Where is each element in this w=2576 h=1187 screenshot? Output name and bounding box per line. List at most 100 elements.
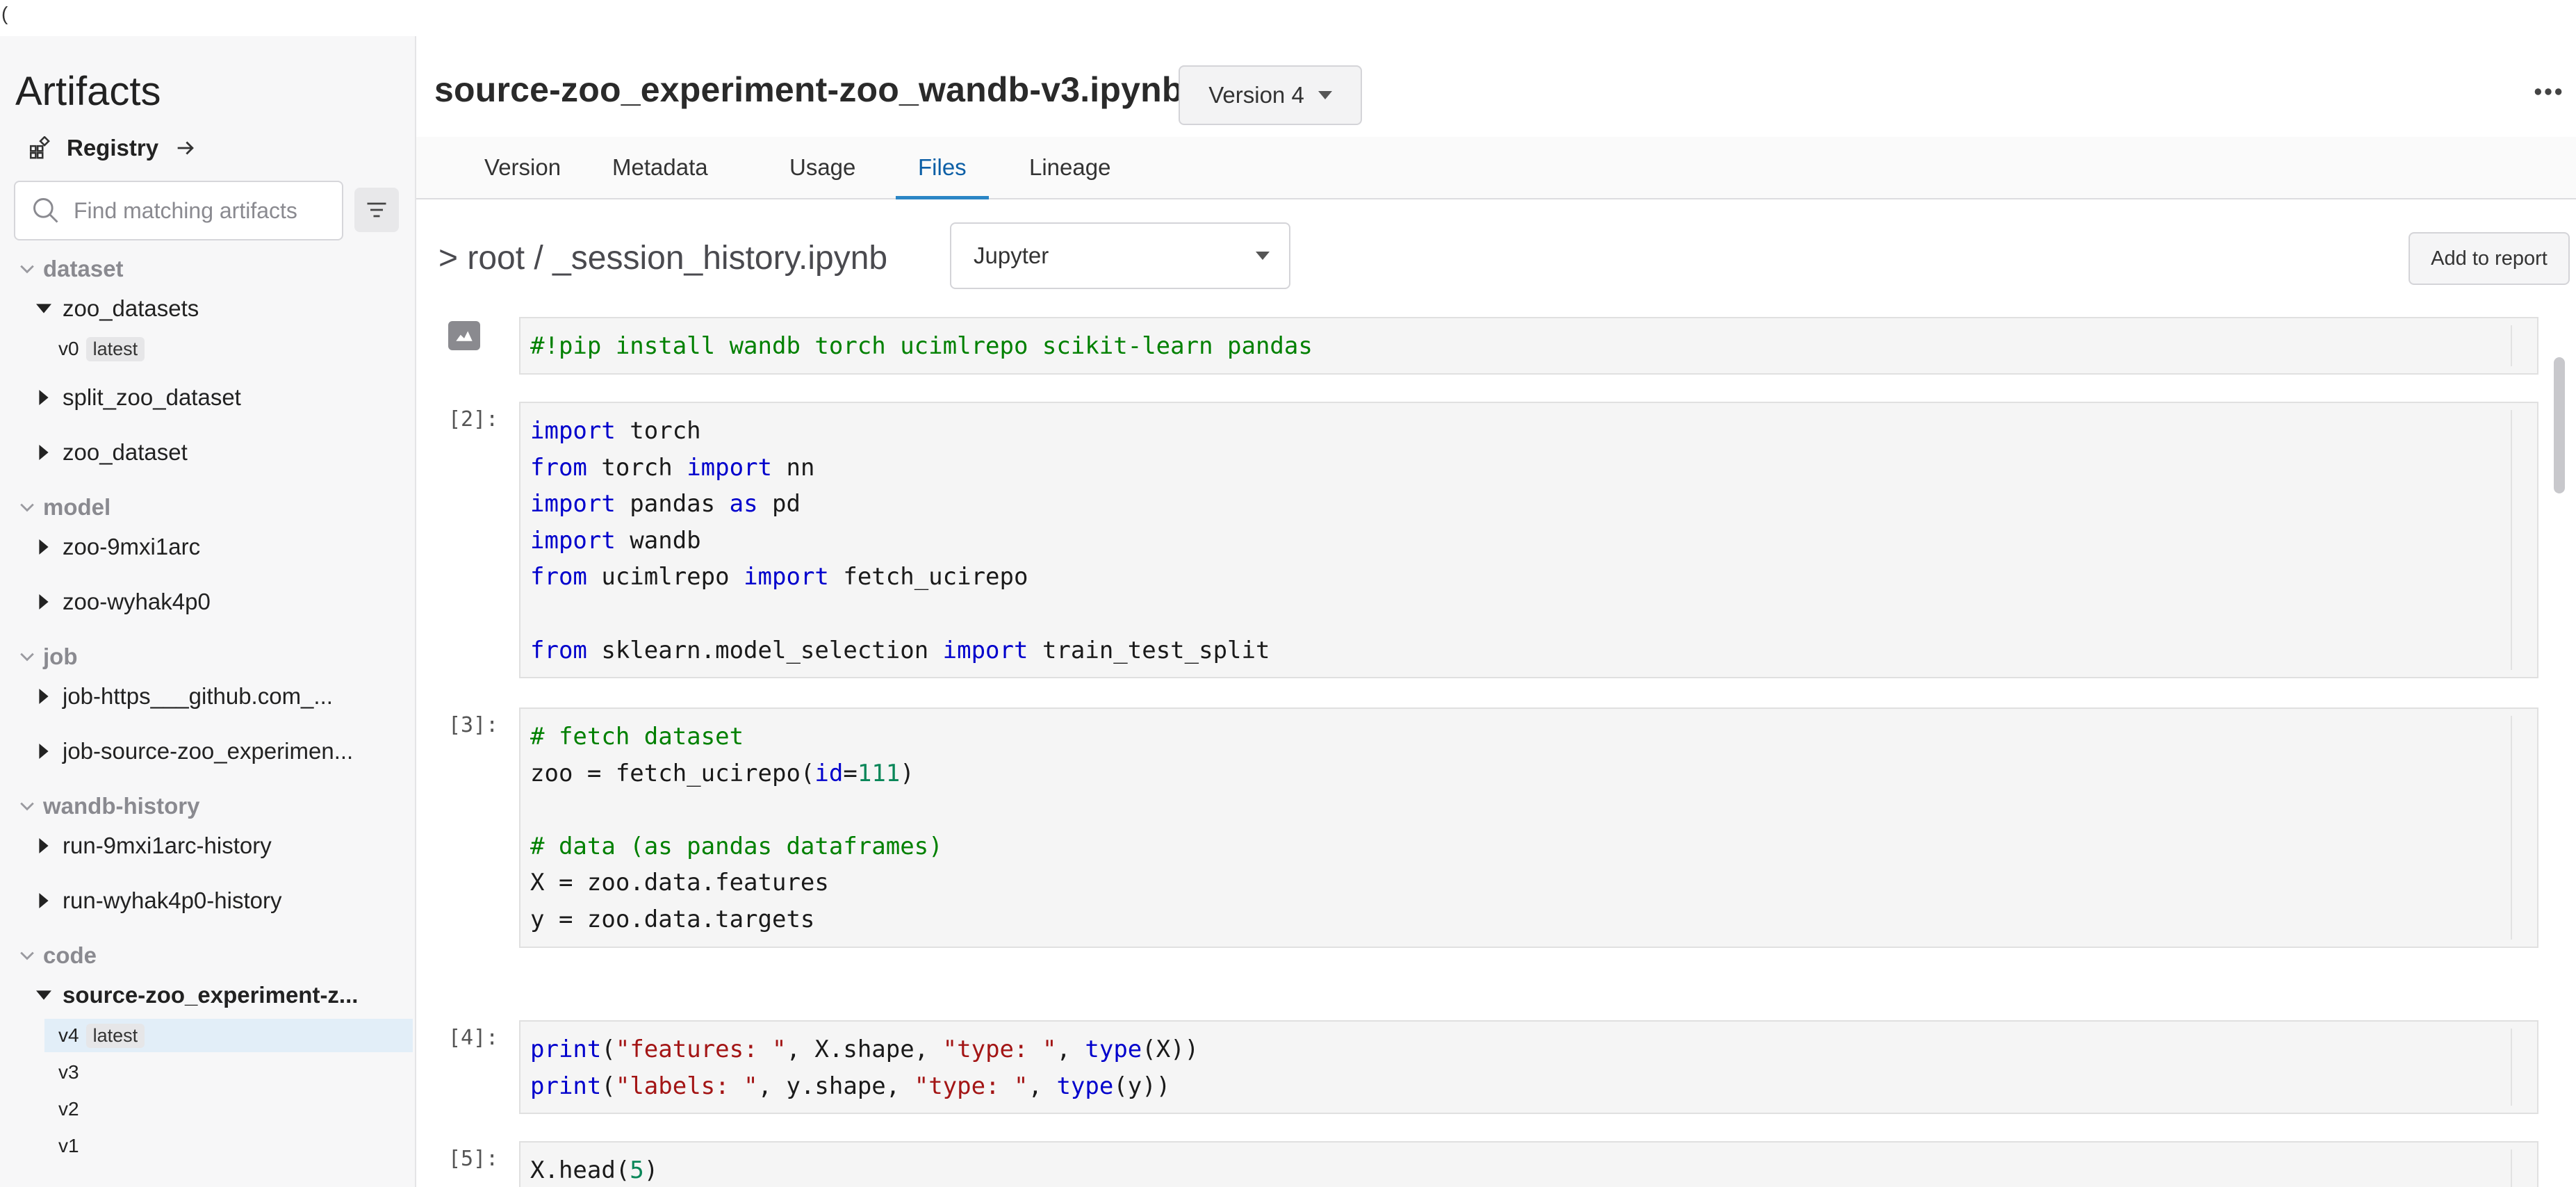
cell-prompt: [3]: — [448, 713, 499, 737]
tree-item[interactable]: job-source-zoo_experimen... — [0, 734, 415, 769]
code-token: zoo = fetch_ucirepo( — [530, 759, 815, 787]
code-line: X.head(5) — [530, 1152, 2527, 1187]
more-options-icon[interactable] — [2533, 82, 2563, 101]
code-cell[interactable]: import torch from torch import nn import p… — [519, 402, 2538, 679]
tree-group-dataset[interactable]: dataset — [0, 252, 415, 286]
group-toggle — [18, 797, 36, 815]
code-cell[interactable]: #!pip install wandb torch ucimlrepo scik… — [519, 317, 2538, 375]
version-item[interactable]: v0 latest — [44, 332, 413, 366]
code-token: "labels: " — [615, 1072, 758, 1100]
tab-lineage[interactable]: Lineage — [1029, 137, 1110, 198]
code-token: nn — [772, 453, 815, 482]
tree-item[interactable]: job-https___github.com_... — [0, 679, 415, 714]
code-token: id — [814, 759, 844, 787]
notebook-scrollbar[interactable] — [2554, 321, 2565, 1183]
version-label: v0 — [58, 338, 79, 359]
code-token: # data (as pandas dataframes) — [530, 832, 943, 860]
chevron-down-icon — [20, 802, 34, 811]
chevron-down-icon — [20, 951, 34, 960]
code-token: pandas — [615, 490, 730, 518]
code-token: import — [530, 417, 616, 445]
item-toggle — [35, 388, 53, 407]
tree-item[interactable]: zoo_datasets — [0, 291, 415, 326]
code-cell[interactable]: X.head(5) — [519, 1141, 2538, 1187]
code-token: wandb — [615, 526, 701, 555]
version-item[interactable]: v2 — [44, 1092, 413, 1126]
code-token: import — [942, 636, 1028, 664]
code-token: from — [530, 563, 587, 591]
item-toggle — [35, 892, 53, 910]
tree-item[interactable]: zoo-9mxi1arc — [0, 530, 415, 564]
tree-item[interactable]: run-9mxi1arc-history — [0, 828, 415, 863]
notebook-viewer: #!pip install wandb torch ucimlrepo scik… — [416, 317, 2576, 1187]
code-line: from sklearn.model_selection import trai… — [530, 632, 2527, 669]
caret-down-icon — [1318, 91, 1332, 99]
add-to-report-button[interactable]: Add to report — [2409, 232, 2570, 285]
item-toggle — [35, 443, 53, 461]
item-toggle — [35, 742, 53, 760]
tab-usage[interactable]: Usage — [789, 137, 855, 198]
tree-item[interactable]: zoo_dataset — [0, 435, 415, 470]
code-token: as — [729, 490, 758, 518]
code-line: import pandas as pd — [530, 486, 2527, 523]
tree-item[interactable]: zoo-wyhak4p0 — [0, 584, 415, 619]
version-item[interactable]: v3 — [44, 1056, 413, 1089]
code-token: #!pip install wandb torch ucimlrepo scik… — [530, 332, 1313, 360]
scrollbar-thumb[interactable] — [2554, 357, 2565, 493]
code-line: y = zoo.data.targets — [530, 901, 2527, 938]
file-breadcrumb[interactable]: > root / _session_history.ipynb — [438, 239, 887, 277]
code-token: import — [687, 453, 773, 482]
tree-item-label: job-source-zoo_experimen... — [63, 738, 354, 764]
tree-group-label: wandb-history — [43, 793, 200, 819]
code-cell[interactable]: print("features: ", X.shape, "type: ", t… — [519, 1020, 2538, 1115]
code-token: print — [530, 1035, 602, 1063]
code-line: print("features: ", X.shape, "type: ", t… — [530, 1031, 2527, 1068]
code-token: fetch_ucirepo — [828, 563, 1028, 591]
cell-divider — [2511, 716, 2512, 940]
code-token: type — [1085, 1035, 1142, 1063]
tree-group-model[interactable]: model — [0, 490, 415, 525]
version-item[interactable]: v1 — [44, 1129, 413, 1163]
tree-group-label: code — [43, 942, 97, 968]
item-toggle — [35, 593, 53, 611]
code-token: import — [530, 490, 616, 518]
chart-icon — [455, 331, 473, 343]
version-item[interactable]: v4 latest — [44, 1019, 413, 1052]
caret-right-icon — [39, 893, 49, 908]
code-token: ) — [900, 759, 914, 787]
tab-metadata[interactable]: Metadata — [612, 137, 708, 198]
code-token: from — [530, 453, 587, 482]
artifact-tabs: Version Metadata Usage Files Lineage — [416, 137, 2576, 199]
tab-files[interactable]: Files — [896, 137, 989, 199]
code-token: ucimlrepo — [586, 563, 744, 591]
code-line: # data (as pandas dataframes) — [530, 828, 2527, 865]
stray-text: ( — [1, 3, 8, 24]
code-token: type — [1056, 1072, 1114, 1100]
caret-right-icon — [39, 689, 49, 704]
tree-group-label: model — [43, 494, 111, 520]
tree-group-code[interactable]: code — [0, 938, 415, 973]
filter-button[interactable] — [354, 188, 399, 232]
artifact-search-input[interactable] — [72, 197, 339, 224]
code-token: , X.shape, — [786, 1035, 943, 1063]
registry-label: Registry — [67, 135, 159, 161]
tree-group-job[interactable]: job — [0, 639, 415, 674]
tree-group-wandb-history[interactable]: wandb-history — [0, 789, 415, 824]
tree-item-label: run-9mxi1arc-history — [63, 833, 272, 858]
chevron-down-icon — [20, 653, 34, 662]
tree-item[interactable]: run-wyhak4p0-history — [0, 883, 415, 918]
cell-divider — [2511, 1029, 2512, 1106]
registry-link[interactable]: Registry — [28, 131, 197, 165]
version-dropdown[interactable]: Version 4 — [1179, 65, 1362, 125]
caret-right-icon — [39, 445, 49, 460]
tree-item[interactable]: split_zoo_dataset — [0, 380, 415, 415]
tree-item[interactable]: source-zoo_experiment-z... — [0, 978, 415, 1013]
code-line: print("labels: ", y.shape, "type: ", typ… — [530, 1068, 2527, 1105]
viewer-select[interactable]: Jupyter — [950, 222, 1290, 289]
code-cell[interactable]: # fetch dataset zoo = fetch_ucirepo(id=11… — [519, 707, 2538, 948]
artifact-file-title: source-zoo_experiment-zoo_wandb-v3.ipynb — [434, 70, 1183, 109]
caret-down-icon — [1256, 252, 1270, 260]
tree-item-label: run-wyhak4p0-history — [63, 887, 282, 913]
tab-version[interactable]: Version — [484, 137, 561, 198]
